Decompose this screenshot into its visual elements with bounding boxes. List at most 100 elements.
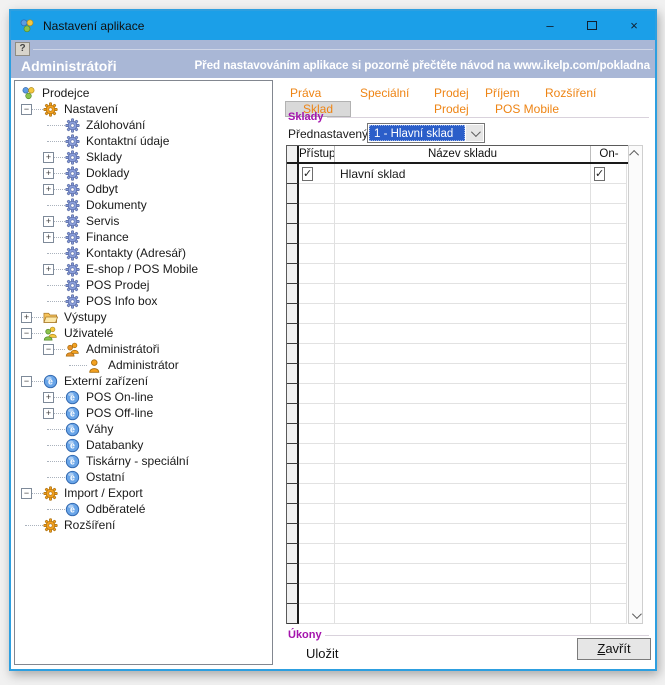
- table-row[interactable]: [287, 504, 628, 524]
- table-row[interactable]: [287, 564, 628, 584]
- tab-specialni[interactable]: Speciální: [360, 86, 409, 100]
- tree-item[interactable]: +E-shop / POS Mobile: [15, 261, 272, 277]
- row-selector[interactable]: [287, 564, 299, 584]
- table-row[interactable]: [287, 244, 628, 264]
- tree-item[interactable]: +Doklady: [15, 165, 272, 181]
- tree-item[interactable]: −Nastavení: [15, 101, 272, 117]
- tree-item[interactable]: eOdběratelé: [15, 501, 272, 517]
- row-selector[interactable]: [287, 284, 299, 304]
- tree-expander-plus[interactable]: +: [43, 184, 54, 195]
- table-row[interactable]: [287, 524, 628, 544]
- row-selector[interactable]: [287, 484, 299, 504]
- tree-expander-minus[interactable]: −: [21, 488, 32, 499]
- tree-item[interactable]: +Výstupy: [15, 309, 272, 325]
- table-row[interactable]: [287, 604, 628, 624]
- table-row[interactable]: [287, 264, 628, 284]
- close-window-button[interactable]: ×: [613, 11, 655, 40]
- table-row[interactable]: [287, 284, 628, 304]
- row-selector[interactable]: [287, 344, 299, 364]
- row-selector[interactable]: [287, 544, 299, 564]
- table-row[interactable]: [287, 224, 628, 244]
- table-row[interactable]: [287, 344, 628, 364]
- tab-prodej[interactable]: Prodej: [434, 86, 469, 100]
- tree-expander-plus[interactable]: +: [43, 216, 54, 227]
- row-selector[interactable]: [287, 464, 299, 484]
- tree-expander-plus[interactable]: +: [21, 312, 32, 323]
- tree-item[interactable]: Dokumenty: [15, 197, 272, 213]
- row-selector[interactable]: [287, 504, 299, 524]
- combo-dropdown-button[interactable]: [466, 125, 483, 141]
- row-selector[interactable]: [287, 164, 299, 184]
- maximize-button[interactable]: [571, 11, 613, 40]
- tree-item[interactable]: POS Prodej: [15, 277, 272, 293]
- row-selector[interactable]: [287, 444, 299, 464]
- table-row[interactable]: [287, 544, 628, 564]
- row-selector[interactable]: [287, 304, 299, 324]
- table-row[interactable]: [287, 444, 628, 464]
- tree-expander-minus[interactable]: −: [21, 376, 32, 387]
- close-button[interactable]: Zavřít: [577, 638, 651, 660]
- row-selector[interactable]: [287, 364, 299, 384]
- help-button[interactable]: ?: [15, 42, 30, 56]
- tree-expander-plus[interactable]: +: [43, 392, 54, 403]
- row-selector[interactable]: [287, 224, 299, 244]
- table-row[interactable]: [287, 404, 628, 424]
- tab-prijem[interactable]: Příjem: [485, 86, 520, 100]
- tab-rozsireni[interactable]: Rozšíření: [545, 86, 596, 100]
- tree-expander-plus[interactable]: +: [43, 408, 54, 419]
- tree-item[interactable]: +Odbyt: [15, 181, 272, 197]
- tab-prava[interactable]: Práva: [290, 86, 321, 100]
- checkbox-checked[interactable]: ✓: [594, 167, 605, 181]
- tree-item[interactable]: −Uživatelé: [15, 325, 272, 341]
- table-row[interactable]: [287, 304, 628, 324]
- table-row[interactable]: [287, 484, 628, 504]
- table-row[interactable]: [287, 424, 628, 444]
- table-row[interactable]: [287, 364, 628, 384]
- row-selector[interactable]: [287, 324, 299, 344]
- row-selector[interactable]: [287, 264, 299, 284]
- checkbox-checked[interactable]: ✓: [302, 167, 313, 181]
- tree-item[interactable]: +Finance: [15, 229, 272, 245]
- table-row[interactable]: [287, 584, 628, 604]
- tree-expander-minus[interactable]: −: [21, 328, 32, 339]
- preset-warehouse-select[interactable]: 1 - Hlavní sklad: [367, 123, 485, 143]
- tree-item[interactable]: eDatabanky: [15, 437, 272, 453]
- scroll-up-icon[interactable]: [629, 150, 639, 160]
- table-row[interactable]: [287, 204, 628, 224]
- row-selector[interactable]: [287, 524, 299, 544]
- tree-item[interactable]: +Servis: [15, 213, 272, 229]
- tree-item[interactable]: POS Info box: [15, 293, 272, 309]
- save-button[interactable]: Uložit: [306, 646, 339, 661]
- tree-item[interactable]: Rozšíření: [15, 517, 272, 533]
- tree-expander-plus[interactable]: +: [43, 232, 54, 243]
- tree-item[interactable]: Prodejce: [15, 85, 272, 101]
- tree-item[interactable]: +ePOS On-line: [15, 389, 272, 405]
- table-row[interactable]: [287, 324, 628, 344]
- tree-expander-plus[interactable]: +: [43, 152, 54, 163]
- row-selector[interactable]: [287, 244, 299, 264]
- row-selector[interactable]: [287, 584, 299, 604]
- tree-item[interactable]: Zálohování: [15, 117, 272, 133]
- row-selector[interactable]: [287, 184, 299, 204]
- tree-item[interactable]: eVáhy: [15, 421, 272, 437]
- vertical-scrollbar[interactable]: [628, 145, 643, 624]
- row-selector[interactable]: [287, 404, 299, 424]
- row-selector[interactable]: [287, 424, 299, 444]
- tree-item[interactable]: −Administrátoři: [15, 341, 272, 357]
- row-selector[interactable]: [287, 384, 299, 404]
- tree-item[interactable]: −Import / Export: [15, 485, 272, 501]
- table-row[interactable]: [287, 384, 628, 404]
- tab-pos-mobile[interactable]: POS Mobile: [495, 102, 559, 116]
- tree-expander-minus[interactable]: −: [21, 104, 32, 115]
- minimize-button[interactable]: –: [529, 11, 571, 40]
- tab-prodej-2[interactable]: Prodej: [434, 102, 469, 116]
- row-selector[interactable]: [287, 204, 299, 224]
- tree-item[interactable]: Administrátor: [15, 357, 272, 373]
- table-row[interactable]: ✓Hlavní sklad✓: [287, 164, 628, 184]
- tree-expander-minus[interactable]: −: [43, 344, 54, 355]
- tree-expander-plus[interactable]: +: [43, 168, 54, 179]
- tree-item[interactable]: Kontaktní údaje: [15, 133, 272, 149]
- scroll-down-icon[interactable]: [632, 609, 642, 619]
- row-selector[interactable]: [287, 604, 299, 624]
- tree-item[interactable]: eTiskárny - speciální: [15, 453, 272, 469]
